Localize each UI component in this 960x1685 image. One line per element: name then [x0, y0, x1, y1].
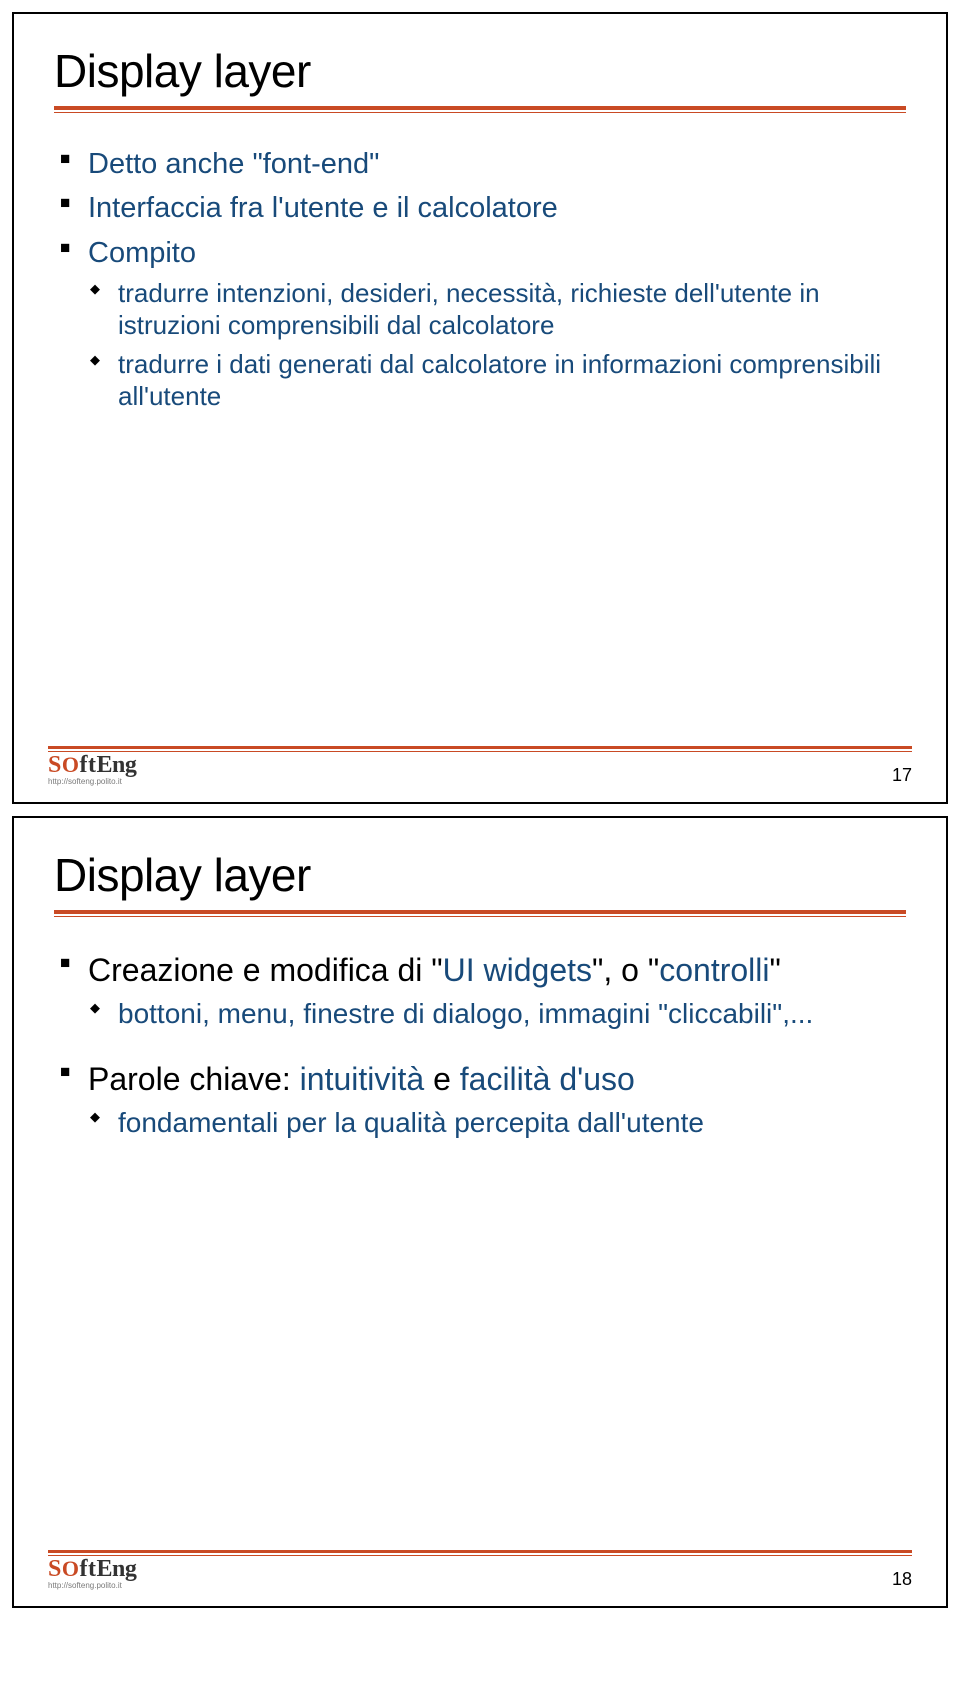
sub-bullet: bottoni, menu, finestre di dialogo, imma… [88, 996, 906, 1031]
logo-ft: ft [79, 752, 96, 778]
logo: SOftEng http://softeng.polito.it [48, 752, 136, 786]
slide-1: Display layer Detto anche "font-end" Int… [12, 12, 948, 804]
page-number: 18 [892, 1569, 912, 1590]
bullet: Parole chiave: intuitività e facilità d'… [54, 1059, 906, 1140]
logo-eng: Eng [96, 752, 136, 778]
slide-title: Display layer [54, 44, 906, 98]
title-rule [54, 106, 906, 112]
sub-bullet: tradurre intenzioni, desideri, necessità… [88, 277, 906, 342]
bullet-text: Creazione e modifica di "UI widgets", o … [88, 952, 781, 988]
slide-footer: SOftEng http://softeng.polito.it 18 [48, 1556, 912, 1590]
slide-title: Display layer [54, 848, 906, 902]
logo-o: O [62, 752, 80, 777]
bullet-text: Compito [88, 237, 196, 269]
logo-o: O [62, 1556, 80, 1581]
logo-url: http://softeng.polito.it [48, 1581, 136, 1590]
logo-s: S [48, 752, 62, 778]
logo-ft: ft [79, 1556, 96, 1582]
bullet: Detto anche "font-end" [54, 146, 906, 182]
slide-footer: SOftEng http://softeng.polito.it 17 [48, 752, 912, 786]
page-number: 17 [892, 765, 912, 786]
bullet: Compito tradurre intenzioni, desideri, n… [54, 235, 906, 413]
logo-s: S [48, 1556, 62, 1582]
logo-eng: Eng [96, 1556, 136, 1582]
title-rule [54, 910, 906, 916]
logo-text: SOftEng [48, 1556, 136, 1583]
slide-content: Detto anche "font-end" Interfaccia fra l… [54, 146, 906, 413]
bullet-text: Parole chiave: intuitività e facilità d'… [88, 1061, 635, 1097]
sub-bullet: fondamentali per la qualità percepita da… [88, 1105, 906, 1140]
logo-url: http://softeng.polito.it [48, 777, 136, 786]
logo-text: SOftEng [48, 752, 136, 779]
logo: SOftEng http://softeng.polito.it [48, 1556, 136, 1590]
bullet: Interfaccia fra l'utente e il calcolator… [54, 190, 906, 226]
slide-content: Creazione e modifica di "UI widgets", o … [54, 950, 906, 1140]
slide-2: Display layer Creazione e modifica di "U… [12, 816, 948, 1608]
bullet: Creazione e modifica di "UI widgets", o … [54, 950, 906, 1031]
sub-bullet: tradurre i dati generati dal calcolatore… [88, 348, 906, 413]
